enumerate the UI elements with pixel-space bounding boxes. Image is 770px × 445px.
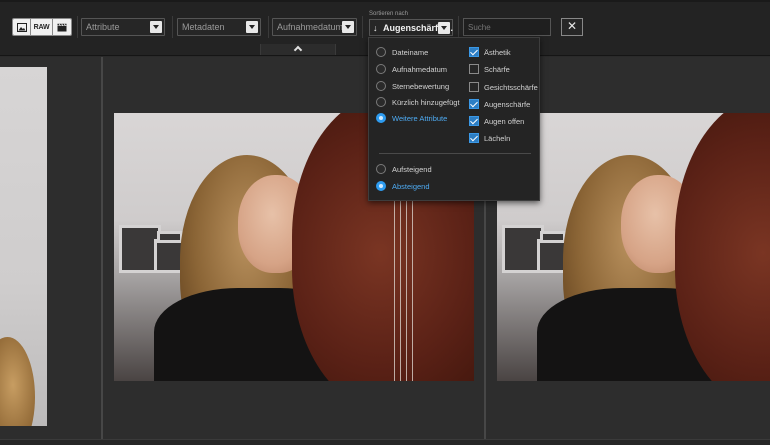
sort-popup: Dateiname Aufnahmedatum Sternebewertung … [368, 37, 540, 201]
attribute-dropdown-label: Attribute [86, 22, 120, 32]
toolbar-separator [77, 16, 78, 38]
sort-option-label: Kürzlich hinzugefügt [392, 97, 460, 107]
toolbar-separator [268, 16, 269, 38]
checkbox-checked[interactable] [469, 47, 479, 57]
radio-button-selected[interactable] [376, 181, 386, 191]
thumbnail-image[interactable] [0, 67, 47, 426]
radio-button[interactable] [376, 97, 386, 107]
sort-option-rating[interactable]: Sternebewertung [376, 80, 449, 92]
close-icon[interactable]: ✕ [561, 18, 583, 36]
radio-button-selected[interactable] [376, 113, 386, 123]
attribute-smile[interactable]: Lächeln [469, 132, 510, 144]
search-input[interactable] [463, 18, 551, 36]
sort-option-label: Aufnahmedatum [392, 64, 448, 74]
attribute-label: Lächeln [484, 133, 511, 143]
video-clapper-icon [57, 23, 67, 31]
arrow-down-icon[interactable]: ↓ [373, 23, 378, 33]
chevron-down-icon [150, 21, 162, 33]
sort-option-label: Weitere Attribute [392, 113, 448, 123]
popup-divider [379, 153, 531, 154]
media-type-filter: RAW [12, 18, 72, 36]
checkbox-checked[interactable] [469, 99, 479, 109]
attribute-face-sharpness[interactable]: Gesichtsschärfe [469, 81, 538, 93]
radio-button[interactable] [376, 64, 386, 74]
attribute-eye-sharpness[interactable]: Augenschärfe [469, 98, 530, 110]
hair-shape [0, 337, 35, 426]
attribute-aesthetics[interactable]: Ästhetik [469, 46, 511, 58]
raw-filter-button[interactable]: RAW [31, 19, 53, 35]
checkbox[interactable] [469, 82, 479, 92]
date-dropdown[interactable]: Aufnahmedatum [272, 18, 357, 36]
wall-frame [540, 231, 566, 243]
sort-option-label: Dateiname [392, 47, 429, 57]
photo-browser: RAW Attribute Metadaten Aufnahmedatum So… [0, 0, 770, 445]
image-icon [16, 22, 27, 32]
toolbar-separator [362, 16, 363, 38]
image-filter-button[interactable] [13, 19, 31, 35]
video-filter-button[interactable] [53, 19, 71, 35]
chevron-down-icon [342, 21, 354, 33]
checkbox-checked[interactable] [469, 133, 479, 143]
attribute-eyes-open[interactable]: Augen offen [469, 115, 524, 127]
attribute-label: Ästhetik [484, 47, 511, 57]
metadata-dropdown[interactable]: Metadaten [177, 18, 261, 36]
chevron-down-icon [438, 22, 450, 34]
order-label: Aufsteigend [392, 164, 432, 174]
chevron-down-icon [246, 21, 258, 33]
collapse-toolbar-button[interactable] [260, 44, 336, 55]
sort-caption: Sortieren nach [369, 11, 409, 17]
attribute-label: Augen offen [484, 116, 525, 126]
sort-dropdown[interactable]: ↓ Augenschärfe,... [369, 19, 453, 36]
attribute-label: Augenschärfe [484, 99, 531, 109]
attribute-sharpness[interactable]: Schärfe [469, 63, 510, 75]
raw-icon: RAW [33, 23, 50, 31]
sort-option-label: Sternebewertung [392, 81, 450, 91]
radio-button[interactable] [376, 81, 386, 91]
sort-option-capture-date[interactable]: Aufnahmedatum [376, 63, 447, 75]
metadata-dropdown-label: Metadaten [182, 22, 225, 32]
radio-button[interactable] [376, 47, 386, 57]
toolbar-separator [458, 16, 459, 38]
sort-option-recently-added[interactable]: Kürzlich hinzugefügt [376, 96, 460, 108]
order-label: Absteigend [392, 181, 430, 191]
attribute-dropdown[interactable]: Attribute [81, 18, 165, 36]
attribute-label: Gesichtsschärfe [484, 82, 538, 92]
sort-option-filename[interactable]: Dateiname [376, 46, 428, 58]
date-dropdown-label: Aufnahmedatum [277, 22, 344, 32]
checkbox[interactable] [469, 64, 479, 74]
sort-option-more-attributes[interactable]: Weitere Attribute [376, 112, 447, 124]
checkbox-checked[interactable] [469, 116, 479, 126]
wall-frame [157, 231, 183, 243]
order-descending[interactable]: Absteigend [376, 180, 430, 192]
radio-button[interactable] [376, 164, 386, 174]
attribute-label: Schärfe [484, 64, 510, 74]
next-row-strip [0, 439, 770, 445]
order-ascending[interactable]: Aufsteigend [376, 163, 432, 175]
toolbar-separator [172, 16, 173, 38]
